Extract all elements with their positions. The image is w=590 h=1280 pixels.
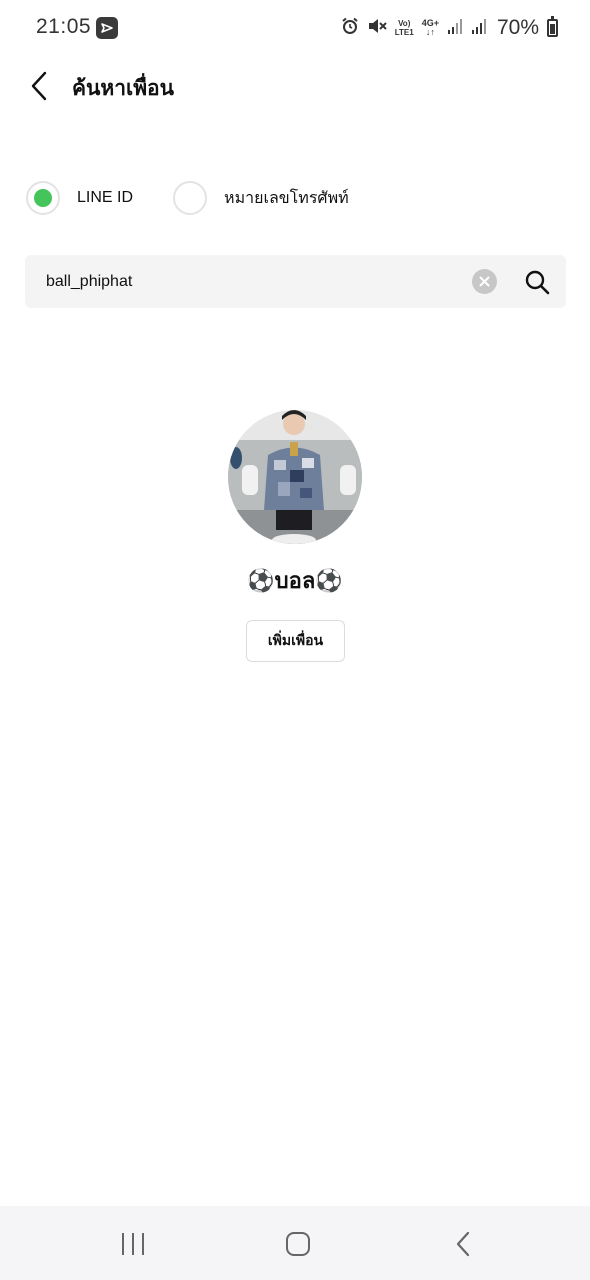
- 4g-icon: 4G+ ↓↑: [421, 18, 439, 37]
- nav-back-button[interactable]: [441, 1222, 485, 1266]
- radio-label-phone: หมายเลขโทรศัพท์: [224, 189, 349, 207]
- radio-option-phone[interactable]: หมายเลขโทรศัพท์: [173, 181, 349, 215]
- search-button[interactable]: [522, 267, 552, 297]
- line-notification-icon: [96, 17, 118, 39]
- avatar[interactable]: [228, 410, 362, 544]
- radio-label-line-id: LINE ID: [77, 189, 134, 206]
- signal-icon: [447, 17, 463, 40]
- add-friend-button[interactable]: เพิ่มเพื่อน: [246, 620, 345, 662]
- profile-photo: [228, 410, 362, 544]
- back-button[interactable]: [22, 68, 58, 104]
- profile-name: ⚽บอล⚽: [247, 568, 343, 593]
- search-icon: [525, 270, 550, 295]
- radio-button-selected[interactable]: [26, 181, 60, 215]
- clear-icon: [479, 276, 490, 287]
- battery-percent: 70%: [496, 16, 539, 39]
- radio-button-unselected[interactable]: [173, 181, 208, 215]
- status-icons: Vo) LTE1 4G+ ↓↑ 70%: [341, 14, 558, 42]
- chevron-left-icon: [31, 71, 47, 101]
- radio-option-line-id[interactable]: LINE ID: [26, 181, 133, 215]
- signal-icon: [471, 17, 487, 40]
- page-title: ค้นหาเพื่อน: [72, 77, 175, 100]
- search-input[interactable]: [46, 255, 466, 308]
- header: ค้นหาเพื่อน: [0, 60, 590, 112]
- status-bar: 21:05 Vo) LTE1 4G+ ↓↑ 70%: [0, 0, 590, 56]
- clear-button[interactable]: [472, 269, 497, 294]
- volte-top-text: Vo): [398, 19, 411, 28]
- status-time: 21:05: [36, 15, 92, 38]
- home-icon: [286, 1232, 310, 1256]
- recent-apps-button[interactable]: [111, 1222, 155, 1266]
- volte-icon: Vo) LTE1: [395, 19, 414, 37]
- system-nav-bar: [0, 1206, 590, 1280]
- battery-icon: [547, 16, 558, 37]
- alarm-icon: [341, 17, 359, 40]
- home-button[interactable]: [276, 1222, 320, 1266]
- search-type-selector: LINE ID หมายเลขโทรศัพท์: [26, 180, 389, 216]
- search-box: [25, 255, 566, 308]
- radio-dot: [34, 189, 52, 207]
- back-icon: [456, 1231, 470, 1257]
- volte-bottom-text: LTE1: [394, 28, 414, 37]
- mute-icon: [367, 17, 387, 40]
- recent-apps-icon: [122, 1233, 144, 1255]
